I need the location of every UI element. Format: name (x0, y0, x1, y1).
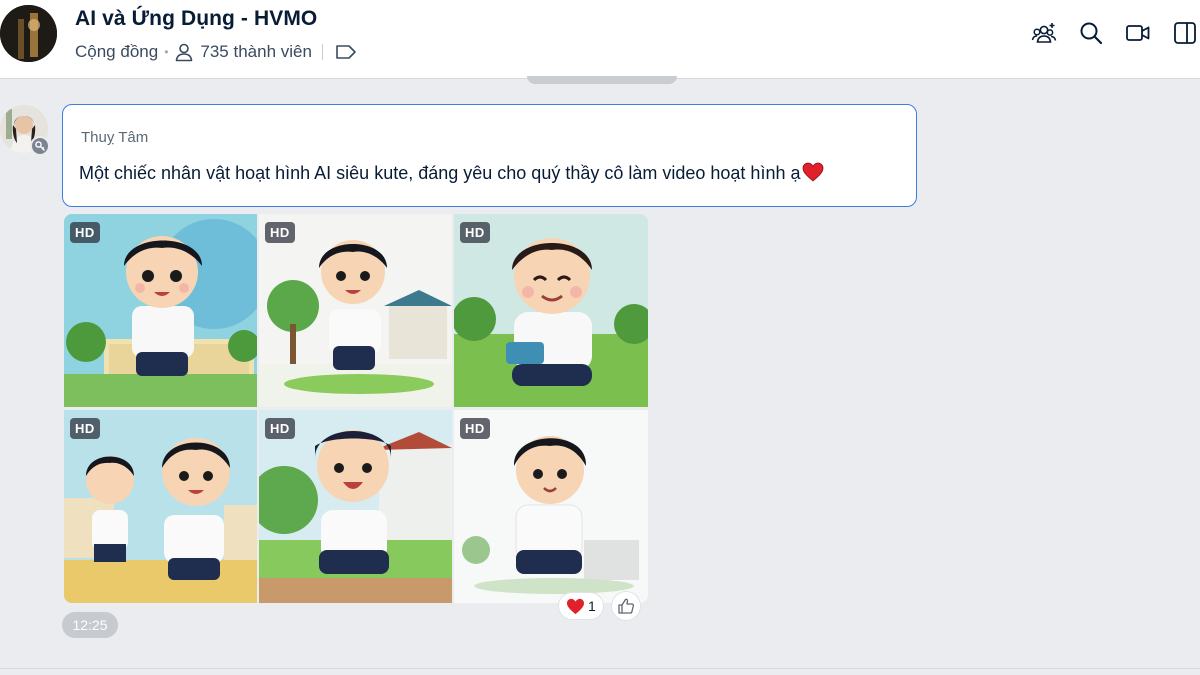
hd-badge: HD (265, 222, 295, 243)
chat-header: AI và Ứng Dụng - HVMO Cộng đồng • 735 th… (0, 0, 1200, 79)
hd-badge: HD (460, 418, 490, 439)
hd-badge: HD (460, 222, 490, 243)
add-member-button[interactable] (1029, 18, 1059, 48)
divider (321, 44, 323, 60)
message-text: Một chiếc nhân vật hoạt hình AI siêu kut… (79, 162, 824, 184)
message-body: Một chiếc nhân vật hoạt hình AI siêu kut… (79, 163, 801, 183)
group-avatar[interactable] (0, 5, 57, 62)
thumbs-up-icon (618, 598, 635, 614)
heart-reaction-pill[interactable]: 1 (558, 592, 604, 620)
heart-icon (567, 598, 584, 614)
image-tile-3[interactable]: HD (454, 214, 648, 407)
community-role-badge (30, 136, 50, 156)
separator-dot: • (164, 45, 169, 59)
video-call-icon (1126, 25, 1150, 41)
scroll-indicator[interactable] (527, 76, 677, 84)
image-tile-1[interactable]: HD (64, 214, 257, 407)
header-actions (1012, 18, 1200, 48)
member-count[interactable]: 735 thành viên (200, 42, 312, 62)
hd-badge: HD (70, 418, 100, 439)
hd-badge: HD (70, 222, 100, 243)
message-timestamp: 12:25 (62, 612, 118, 638)
community-label: Cộng đồng (75, 42, 159, 61)
image-tile-6[interactable]: HD (454, 410, 648, 603)
reaction-count: 1 (588, 598, 596, 614)
video-call-button[interactable] (1123, 18, 1153, 48)
image-tile-4[interactable]: HD (64, 410, 257, 603)
member-icon (176, 43, 193, 62)
group-title: AI và Ứng Dụng - HVMO (75, 7, 318, 30)
hd-badge: HD (265, 418, 295, 439)
group-subline: Cộng đồng • 735 thành viên (75, 42, 357, 62)
tag-icon[interactable] (335, 43, 357, 61)
message-bubble[interactable]: Thuỵ Tâm Một chiếc nhân vật hoạt hình AI… (62, 104, 917, 207)
sidebar-toggle-button[interactable] (1170, 18, 1200, 48)
image-tile-2[interactable]: HD (259, 214, 452, 407)
sidebar-toggle-icon (1174, 22, 1196, 44)
image-grid: HD HD HD HD HD HD (64, 214, 648, 603)
image-tile-5[interactable]: HD (259, 410, 452, 603)
search-button[interactable] (1076, 18, 1106, 48)
red-heart-emoji-icon (803, 162, 824, 182)
group-add-icon (1031, 23, 1057, 43)
search-icon (1080, 22, 1103, 45)
divider (0, 668, 1200, 669)
key-icon (35, 141, 45, 151)
like-button[interactable] (611, 591, 641, 621)
sender-name[interactable]: Thuỵ Tâm (81, 129, 148, 146)
